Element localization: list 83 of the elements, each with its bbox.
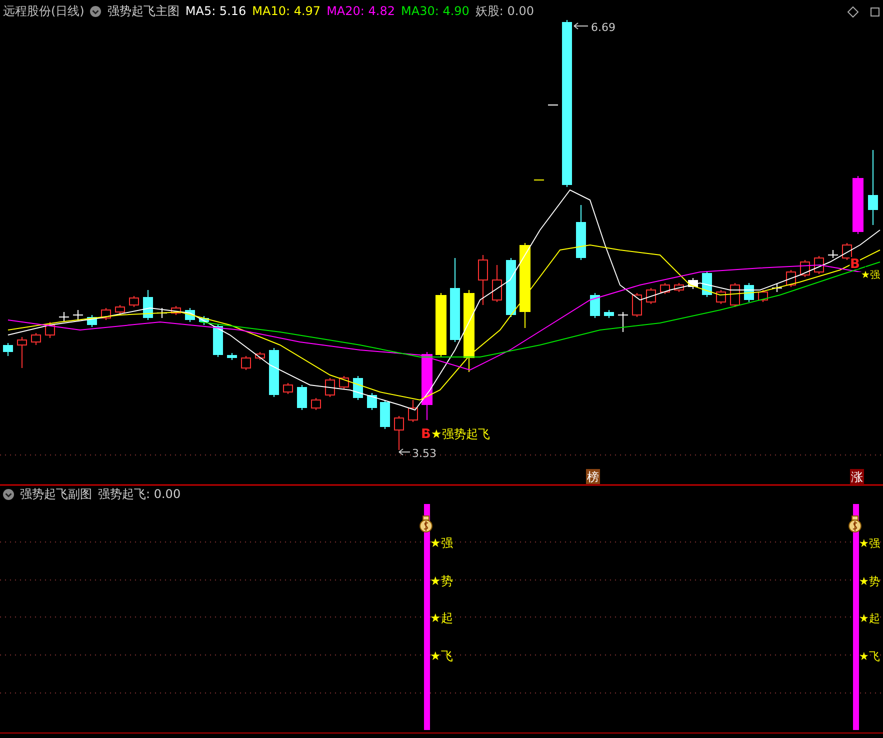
candlestick [492,264,502,302]
candlestick [17,336,27,368]
signal-label: ★飞 [859,650,880,663]
chevron-circle-icon[interactable] [3,488,14,500]
indicator-value: 强势起飞: 0.00 [98,486,181,503]
candlestick [367,392,377,410]
indicator-name: 强势起飞副图 [20,486,92,503]
candlestick [283,382,293,394]
candlestick [394,416,404,450]
candlestick [576,204,586,260]
candlestick [842,242,852,260]
candlestick [199,316,209,326]
candlestick [31,332,41,346]
candlestick [730,282,740,308]
signal-label: ★起 [859,612,880,625]
candlestick [674,282,684,292]
candlestick [632,292,642,318]
candlestick [772,284,782,292]
candlestick [185,308,195,322]
candlestick [171,306,181,316]
signal-label: ★势 [430,574,453,588]
candlestick [101,308,111,320]
candlestick [660,282,670,294]
candlestick [58,312,70,322]
indicator-value: MA30: 4.90 [401,3,470,20]
candlestick [800,260,810,278]
signal-label: ★起 [430,611,453,625]
marker-tag: 榜 [586,469,600,484]
candlestick [213,324,223,358]
candlestick [408,400,418,422]
candlestick [353,376,363,400]
candlestick [380,400,390,430]
candlestick [852,176,864,234]
indicator-name: 强势起飞主图 [107,3,180,20]
signal-label: ★强 [859,537,880,550]
candlestick [3,342,13,356]
candlestick [269,348,279,398]
candlestick [814,256,824,274]
candlestick [716,290,726,304]
candlestick [548,104,558,106]
candlestick [143,290,153,320]
candlestick [590,292,600,318]
money-bag-icon [420,516,432,532]
candlestick [339,376,349,390]
signal-label: ★势 [859,575,880,588]
indicator-value: MA20: 4.82 [326,3,395,20]
diamond-icon[interactable] [847,6,859,18]
candlestick [604,310,614,318]
candlestick [115,304,125,314]
candlestick [422,352,432,420]
stock-title: 远程股份(日线) [3,3,84,20]
candlestick [311,398,321,410]
signal-label: ★强势起飞 [431,427,490,441]
price-label: 6.69 [574,21,616,34]
candlestick [436,292,446,358]
candlestick [688,278,698,290]
candlestick [87,314,97,328]
candlestick [241,356,251,370]
indicator-value: 妖股: 0.00 [475,3,534,20]
square-icon[interactable] [870,8,880,16]
money-bag-icon [848,516,862,532]
candlestick [786,270,796,288]
indicator-value: MA5: 5.16 [185,3,246,20]
indicator-value: MA10: 4.97 [252,3,321,20]
candlestick [129,296,139,308]
candlestick [72,310,84,320]
signal-label: ★飞 [430,649,453,663]
price-label: 3.53 [398,447,436,460]
signal-label: ★强 [430,536,453,550]
candlestick [45,322,55,338]
buy-signal-letter: B [421,427,431,442]
candlestick [478,254,488,306]
candlestick [297,384,307,410]
chevron-circle-icon[interactable] [90,6,102,16]
candlestick [255,352,265,360]
candlestick [325,378,335,398]
candlestick [618,312,628,332]
marker-tag: 涨 [850,469,864,484]
candlestick [758,290,768,302]
candlestick [227,352,237,360]
candlestick [646,288,656,304]
candlestick [506,258,516,318]
candlestick [828,250,838,258]
